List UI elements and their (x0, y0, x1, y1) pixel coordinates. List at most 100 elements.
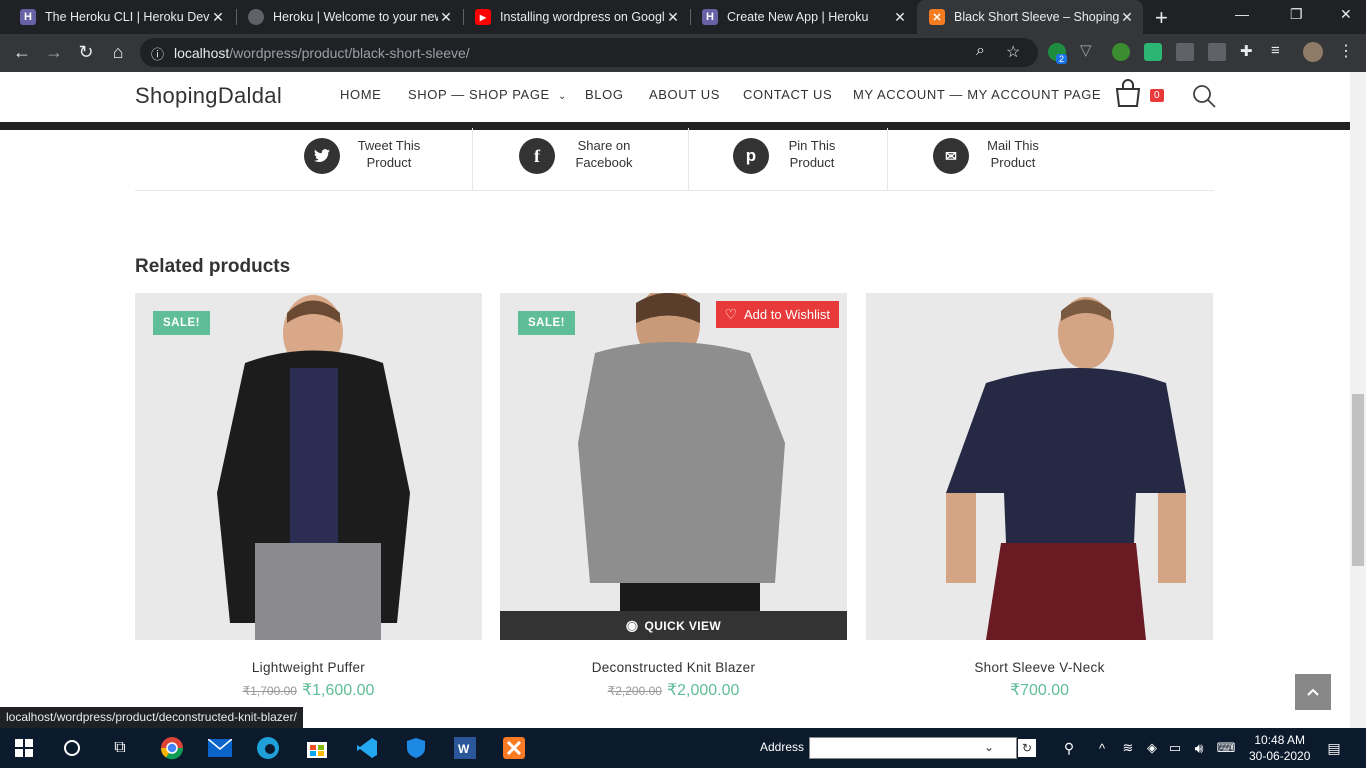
nav-contact-us[interactable]: CONTACT US (743, 87, 832, 102)
chevron-up-icon[interactable]: ^ (1090, 736, 1114, 760)
menu-kebab-icon[interactable]: ⋮ (1338, 41, 1354, 61)
address-toolbar-label: Address (760, 740, 805, 754)
share-twitter[interactable]: Tweet This Product (304, 134, 464, 190)
cart-bag-icon[interactable] (1113, 78, 1143, 113)
nav-blog[interactable]: BLOG (585, 87, 624, 102)
mail-app-icon[interactable] (208, 736, 232, 760)
minimize-icon[interactable]: — (1235, 6, 1249, 22)
browser-toolbar: ← → ↻ ⌂ ⓘ localhost/wordpress/product/bl… (0, 34, 1366, 72)
windows-security-icon[interactable] (404, 736, 428, 760)
scroll-to-top-button[interactable] (1295, 674, 1331, 710)
home-icon[interactable]: ⌂ (107, 42, 129, 63)
back-arrow-icon[interactable]: ← (11, 42, 33, 63)
vue-devtools-icon[interactable]: ▽ (1080, 41, 1098, 59)
chevron-down-icon: ⌄ (558, 91, 568, 102)
close-icon[interactable]: ✕ (892, 9, 908, 26)
avatar[interactable] (1303, 42, 1323, 62)
close-icon[interactable]: ✕ (438, 9, 454, 26)
share-line: Product (366, 155, 412, 170)
browser-tab[interactable]: ▶ Installing wordpress on Googl ✕ (463, 0, 689, 34)
extension-icon[interactable] (1208, 43, 1226, 61)
forward-arrow-icon[interactable]: → (43, 42, 65, 63)
extension-icon[interactable] (1112, 43, 1130, 61)
new-tab-button[interactable]: + (1155, 5, 1168, 31)
browser-tab[interactable]: H The Heroku CLI | Heroku Dev C ✕ (8, 0, 234, 34)
svg-text:W: W (458, 742, 470, 756)
heroku-icon: H (702, 9, 718, 25)
share-line: Share on (577, 138, 631, 153)
related-products-heading: Related products (135, 256, 291, 277)
nav-shop[interactable]: SHOP — SHOP PAGE ⌄ (408, 87, 567, 102)
cart-count-badge: 0 (1150, 89, 1164, 102)
store-icon[interactable] (305, 736, 329, 760)
chrome-icon[interactable] (160, 736, 184, 760)
nav-about-us[interactable]: ABOUT US (649, 87, 720, 102)
close-icon[interactable]: ✕ (1119, 9, 1135, 26)
search-circle-icon[interactable] (60, 736, 84, 760)
product-name[interactable]: Lightweight Puffer (135, 660, 482, 675)
window-close-icon[interactable]: ✕ (1340, 6, 1352, 23)
tab-title: The Heroku CLI | Heroku Dev C (45, 10, 210, 24)
browser-tab[interactable]: Heroku | Welcome to your new ✕ (236, 0, 462, 34)
share-facebook[interactable]: f Share on Facebook (519, 134, 679, 190)
edge-icon[interactable] (256, 736, 280, 760)
sale-badge: SALE! (518, 311, 575, 335)
word-icon[interactable]: W (453, 736, 477, 760)
close-icon[interactable]: ✕ (210, 9, 226, 26)
share-pinterest[interactable]: p Pin This Product (733, 134, 893, 190)
zoom-search-icon[interactable]: ⌕ (976, 42, 985, 60)
address-bar[interactable]: ⓘ localhost/wordpress/product/black-shor… (140, 38, 1038, 67)
extension-icon[interactable] (1144, 43, 1162, 61)
site-logo[interactable]: ShopingDaldal (135, 83, 282, 109)
volume-icon[interactable]: 🔊︎ (1187, 736, 1211, 760)
tab-title: Black Short Sleeve – ShopingD (954, 10, 1119, 24)
youtube-icon: ▶ (475, 9, 491, 25)
reload-icon[interactable]: ↻ (75, 42, 97, 63)
old-price: ₹2,200.00 (607, 684, 662, 698)
product-name[interactable]: Short Sleeve V-Neck (866, 660, 1213, 675)
product-image-short-sleeve-v-neck[interactable] (866, 293, 1213, 640)
nav-home[interactable]: HOME (340, 87, 381, 102)
page-viewport: ShopingDaldal HOME SHOP — SHOP PAGE ⌄ BL… (0, 72, 1350, 728)
quick-view-button[interactable]: ◉ QUICK VIEW (500, 611, 847, 640)
extension-icon[interactable] (1176, 43, 1194, 61)
share-line: Tweet This (357, 138, 421, 153)
add-to-wishlist-button[interactable]: ♡ Add to Wishlist (716, 301, 839, 328)
product-image-deconstructed-knit-blazer[interactable]: SALE! ♡ Add to Wishlist ◉ QUICK VIEW (500, 293, 847, 640)
xampp-icon[interactable] (502, 736, 526, 760)
windows-start-icon[interactable] (12, 736, 36, 760)
regular-price: ₹700.00 (1009, 682, 1070, 699)
restore-icon[interactable]: ❐ (1290, 6, 1303, 23)
go-arrow-icon[interactable]: ↻ (1018, 739, 1036, 757)
address-toolbar-input[interactable]: ⌄ (809, 737, 1017, 759)
product-photo (946, 297, 1186, 640)
product-image-lightweight-puffer[interactable]: SALE! (135, 293, 482, 640)
bookmark-star-icon[interactable]: ☆ (1006, 42, 1020, 62)
browser-tab-active[interactable]: ✕ Black Short Sleeve – ShopingD ✕ (917, 0, 1143, 34)
wifi-icon[interactable]: ≋ (1116, 736, 1140, 760)
task-view-icon[interactable]: ⧉ (108, 736, 132, 760)
battery-icon[interactable]: ▭ (1163, 736, 1187, 760)
browser-tab[interactable]: H Create New App | Heroku ✕ (690, 0, 916, 34)
chevron-down-icon[interactable]: ⌄ (984, 740, 994, 754)
product-price: ₹2,200.00 ₹2,000.00 (500, 680, 847, 700)
keyboard-icon[interactable]: ⌨ (1214, 736, 1238, 760)
page-scrollbar-thumb[interactable] (1352, 394, 1364, 566)
share-line: Product (990, 155, 1036, 170)
product-name[interactable]: Deconstructed Knit Blazer (500, 660, 847, 675)
share-mail-label: Mail This Product (983, 137, 1043, 171)
media-control-icon[interactable]: ≡ (1271, 42, 1280, 59)
network-error-icon[interactable]: ◈ (1140, 736, 1164, 760)
globe-icon (248, 9, 264, 25)
product-price: ₹700.00 (866, 680, 1213, 700)
share-mail[interactable]: ✉ Mail This Product (933, 134, 1093, 190)
search-icon[interactable] (1191, 83, 1217, 114)
people-icon[interactable]: ⚲ (1057, 736, 1081, 760)
puzzle-icon[interactable]: ✚ (1240, 42, 1253, 60)
nav-my-account[interactable]: MY ACCOUNT — MY ACCOUNT PAGE (853, 87, 1101, 102)
info-icon[interactable]: ⓘ (151, 44, 164, 63)
system-clock[interactable]: 10:48 AM 30-06-2020 (1249, 732, 1310, 764)
close-icon[interactable]: ✕ (665, 9, 681, 26)
notification-icon[interactable]: ▤ (1322, 736, 1346, 760)
vscode-icon[interactable] (355, 736, 379, 760)
